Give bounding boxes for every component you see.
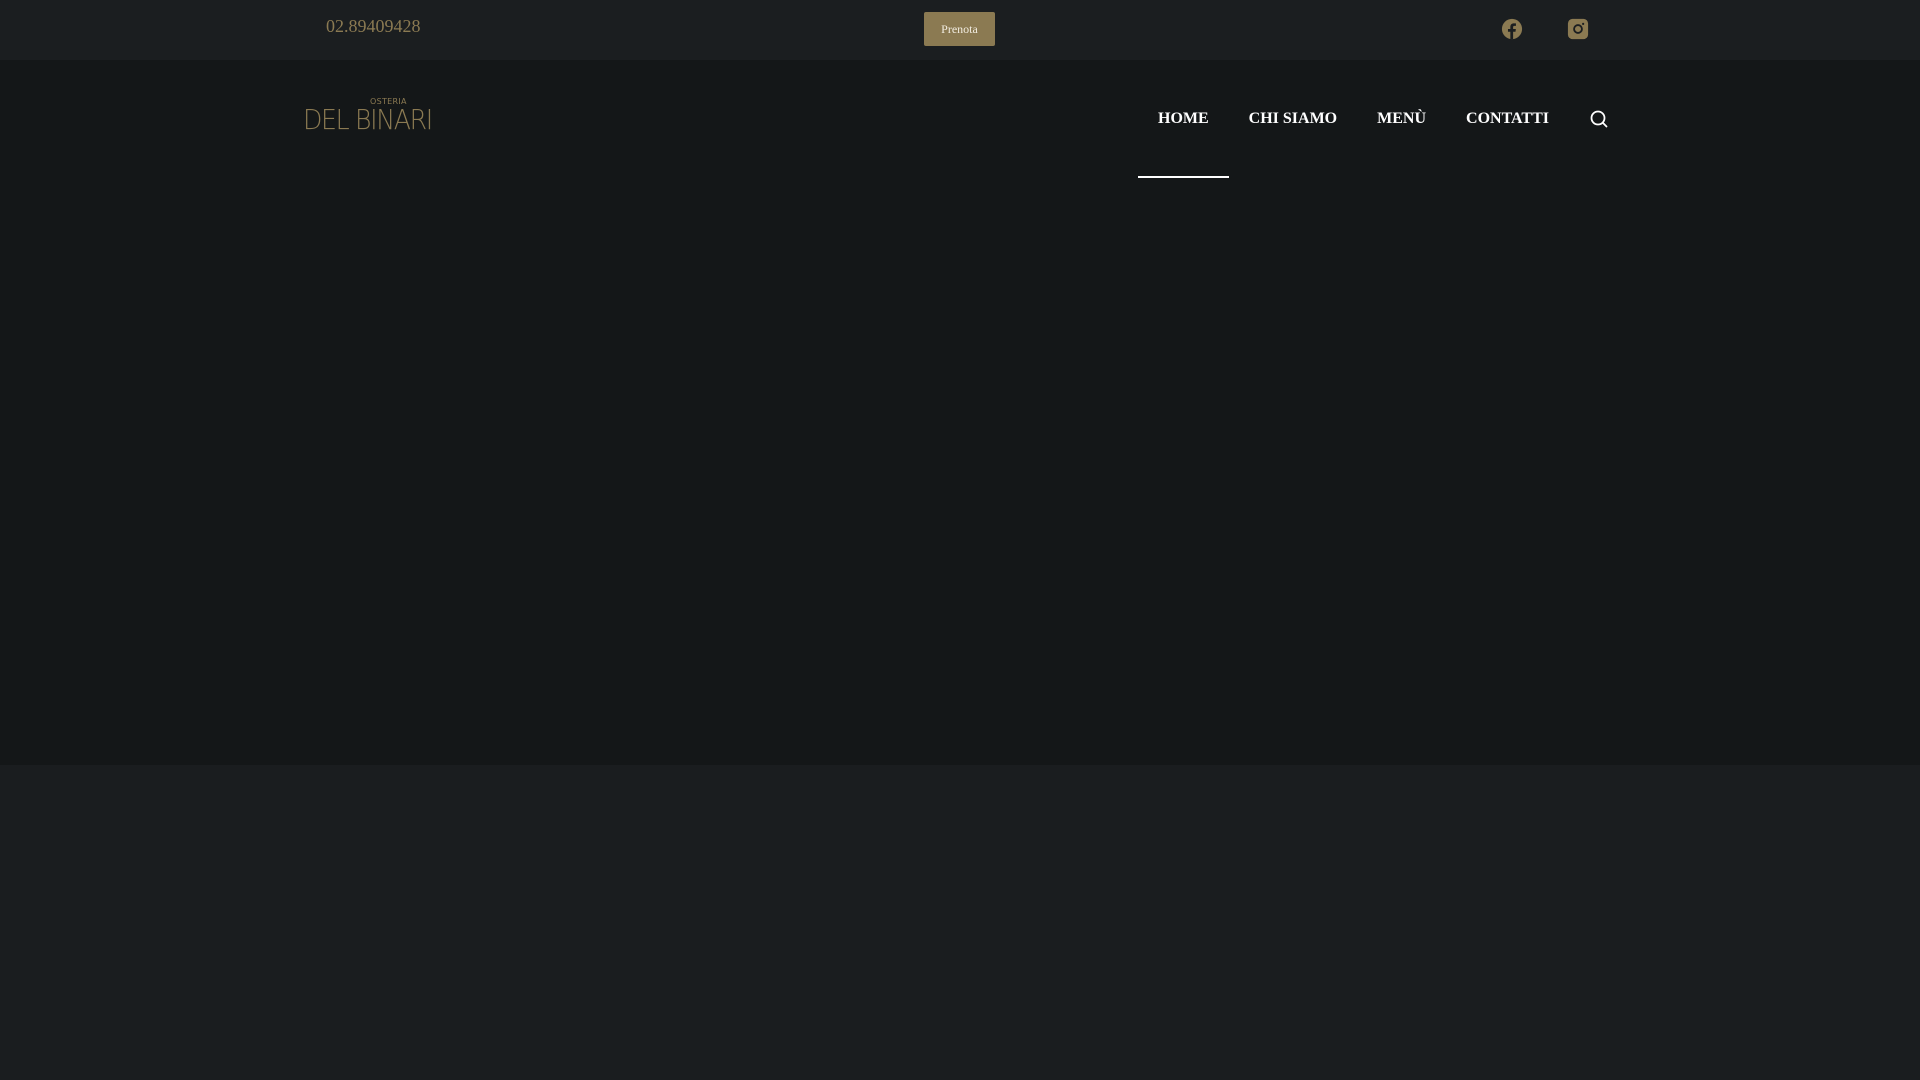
nav-home[interactable]: HOME	[1138, 107, 1229, 178]
main-nav: HOME CHI SIAMO MENÙ CONTATTI	[1138, 107, 1609, 178]
logo-big-text: DEL BINARI	[303, 103, 433, 136]
nav-menu[interactable]: MENÙ	[1357, 107, 1446, 131]
top-bar: 02.89409428 Prenota	[0, 0, 1920, 60]
phone-link[interactable]: 02.89409428	[326, 16, 421, 37]
prenota-button[interactable]: Prenota	[924, 12, 995, 46]
search-icon[interactable]	[1589, 109, 1609, 129]
nav-contatti[interactable]: CONTATTI	[1446, 107, 1569, 131]
site-header: OSTERIA DEL BINARI HOME CHI SIAMO MENÙ C…	[0, 60, 1920, 765]
nav-chi-siamo[interactable]: CHI SIAMO	[1229, 107, 1357, 131]
instagram-icon[interactable]	[1567, 18, 1589, 40]
site-logo[interactable]: OSTERIA DEL BINARI	[303, 97, 463, 134]
facebook-icon[interactable]	[1501, 18, 1523, 40]
